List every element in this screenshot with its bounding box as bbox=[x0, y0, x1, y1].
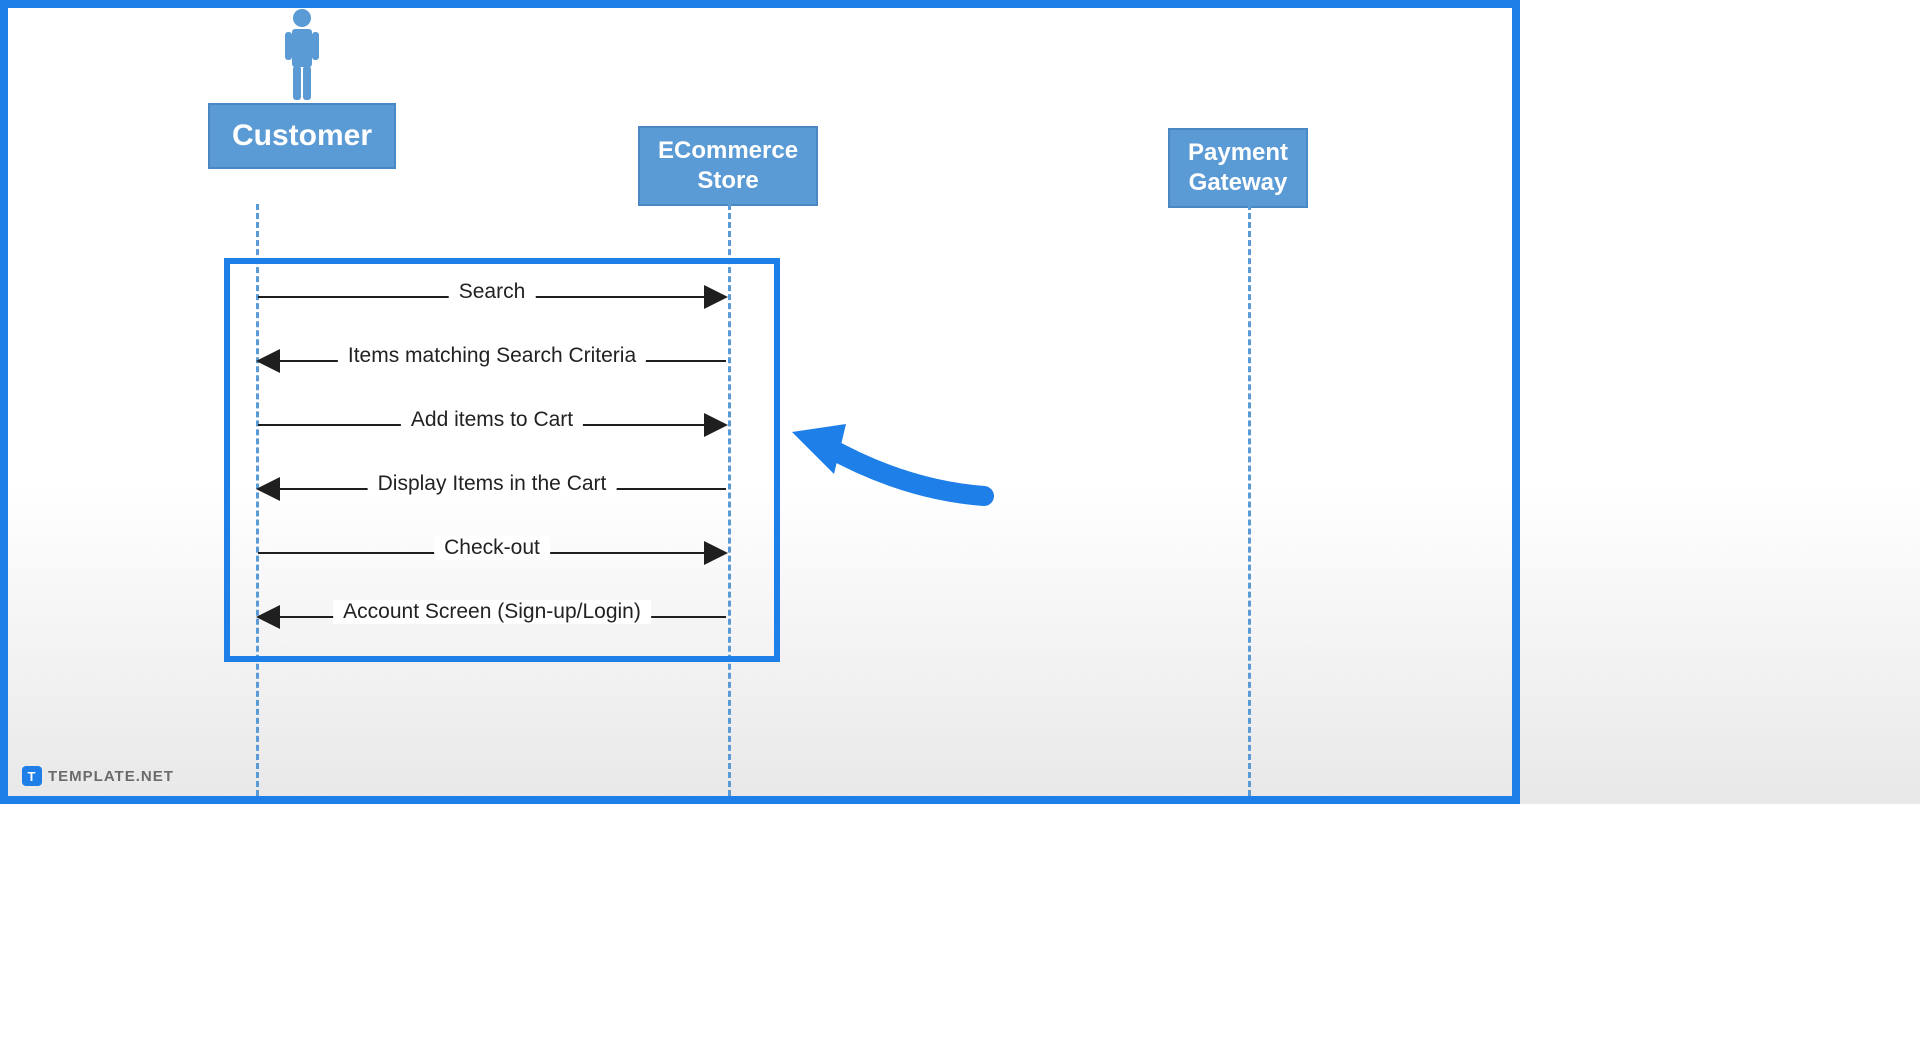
message-label: Add items to Cart bbox=[401, 408, 583, 432]
message-arrow: Add items to Cart bbox=[258, 424, 726, 426]
lifeline-payment bbox=[1248, 204, 1251, 796]
message-arrow: Display Items in the Cart bbox=[258, 488, 726, 490]
arrowhead-left-icon bbox=[256, 605, 280, 629]
callout-arrow-icon bbox=[784, 418, 994, 508]
arrowhead-right-icon bbox=[704, 541, 728, 565]
message-label: Items matching Search Criteria bbox=[338, 344, 646, 368]
message-arrow: Check-out bbox=[258, 552, 726, 554]
message-arrow: Account Screen (Sign-up/Login) bbox=[258, 616, 726, 618]
actor-customer: Customer bbox=[208, 8, 396, 169]
arrowhead-left-icon bbox=[256, 349, 280, 373]
arrowhead-left-icon bbox=[256, 477, 280, 501]
arrowhead-right-icon bbox=[704, 285, 728, 309]
watermark-badge-icon: T bbox=[22, 766, 42, 786]
message-label: Check-out bbox=[434, 536, 550, 560]
message-label: Display Items in the Cart bbox=[368, 472, 617, 496]
watermark: T TEMPLATE.NET bbox=[22, 766, 174, 786]
participant-payment-gateway: Payment Gateway bbox=[1168, 128, 1308, 208]
participant-customer: Customer bbox=[208, 103, 396, 169]
participant-ecommerce-store: ECommerce Store bbox=[638, 126, 818, 206]
message-arrow: Search bbox=[258, 296, 726, 298]
message-label: Account Screen (Sign-up/Login) bbox=[333, 600, 651, 624]
watermark-text: TEMPLATE.NET bbox=[48, 768, 174, 785]
arrowhead-right-icon bbox=[704, 413, 728, 437]
message-arrow: Items matching Search Criteria bbox=[258, 360, 726, 362]
person-icon bbox=[282, 8, 322, 103]
message-label: Search bbox=[449, 280, 536, 304]
